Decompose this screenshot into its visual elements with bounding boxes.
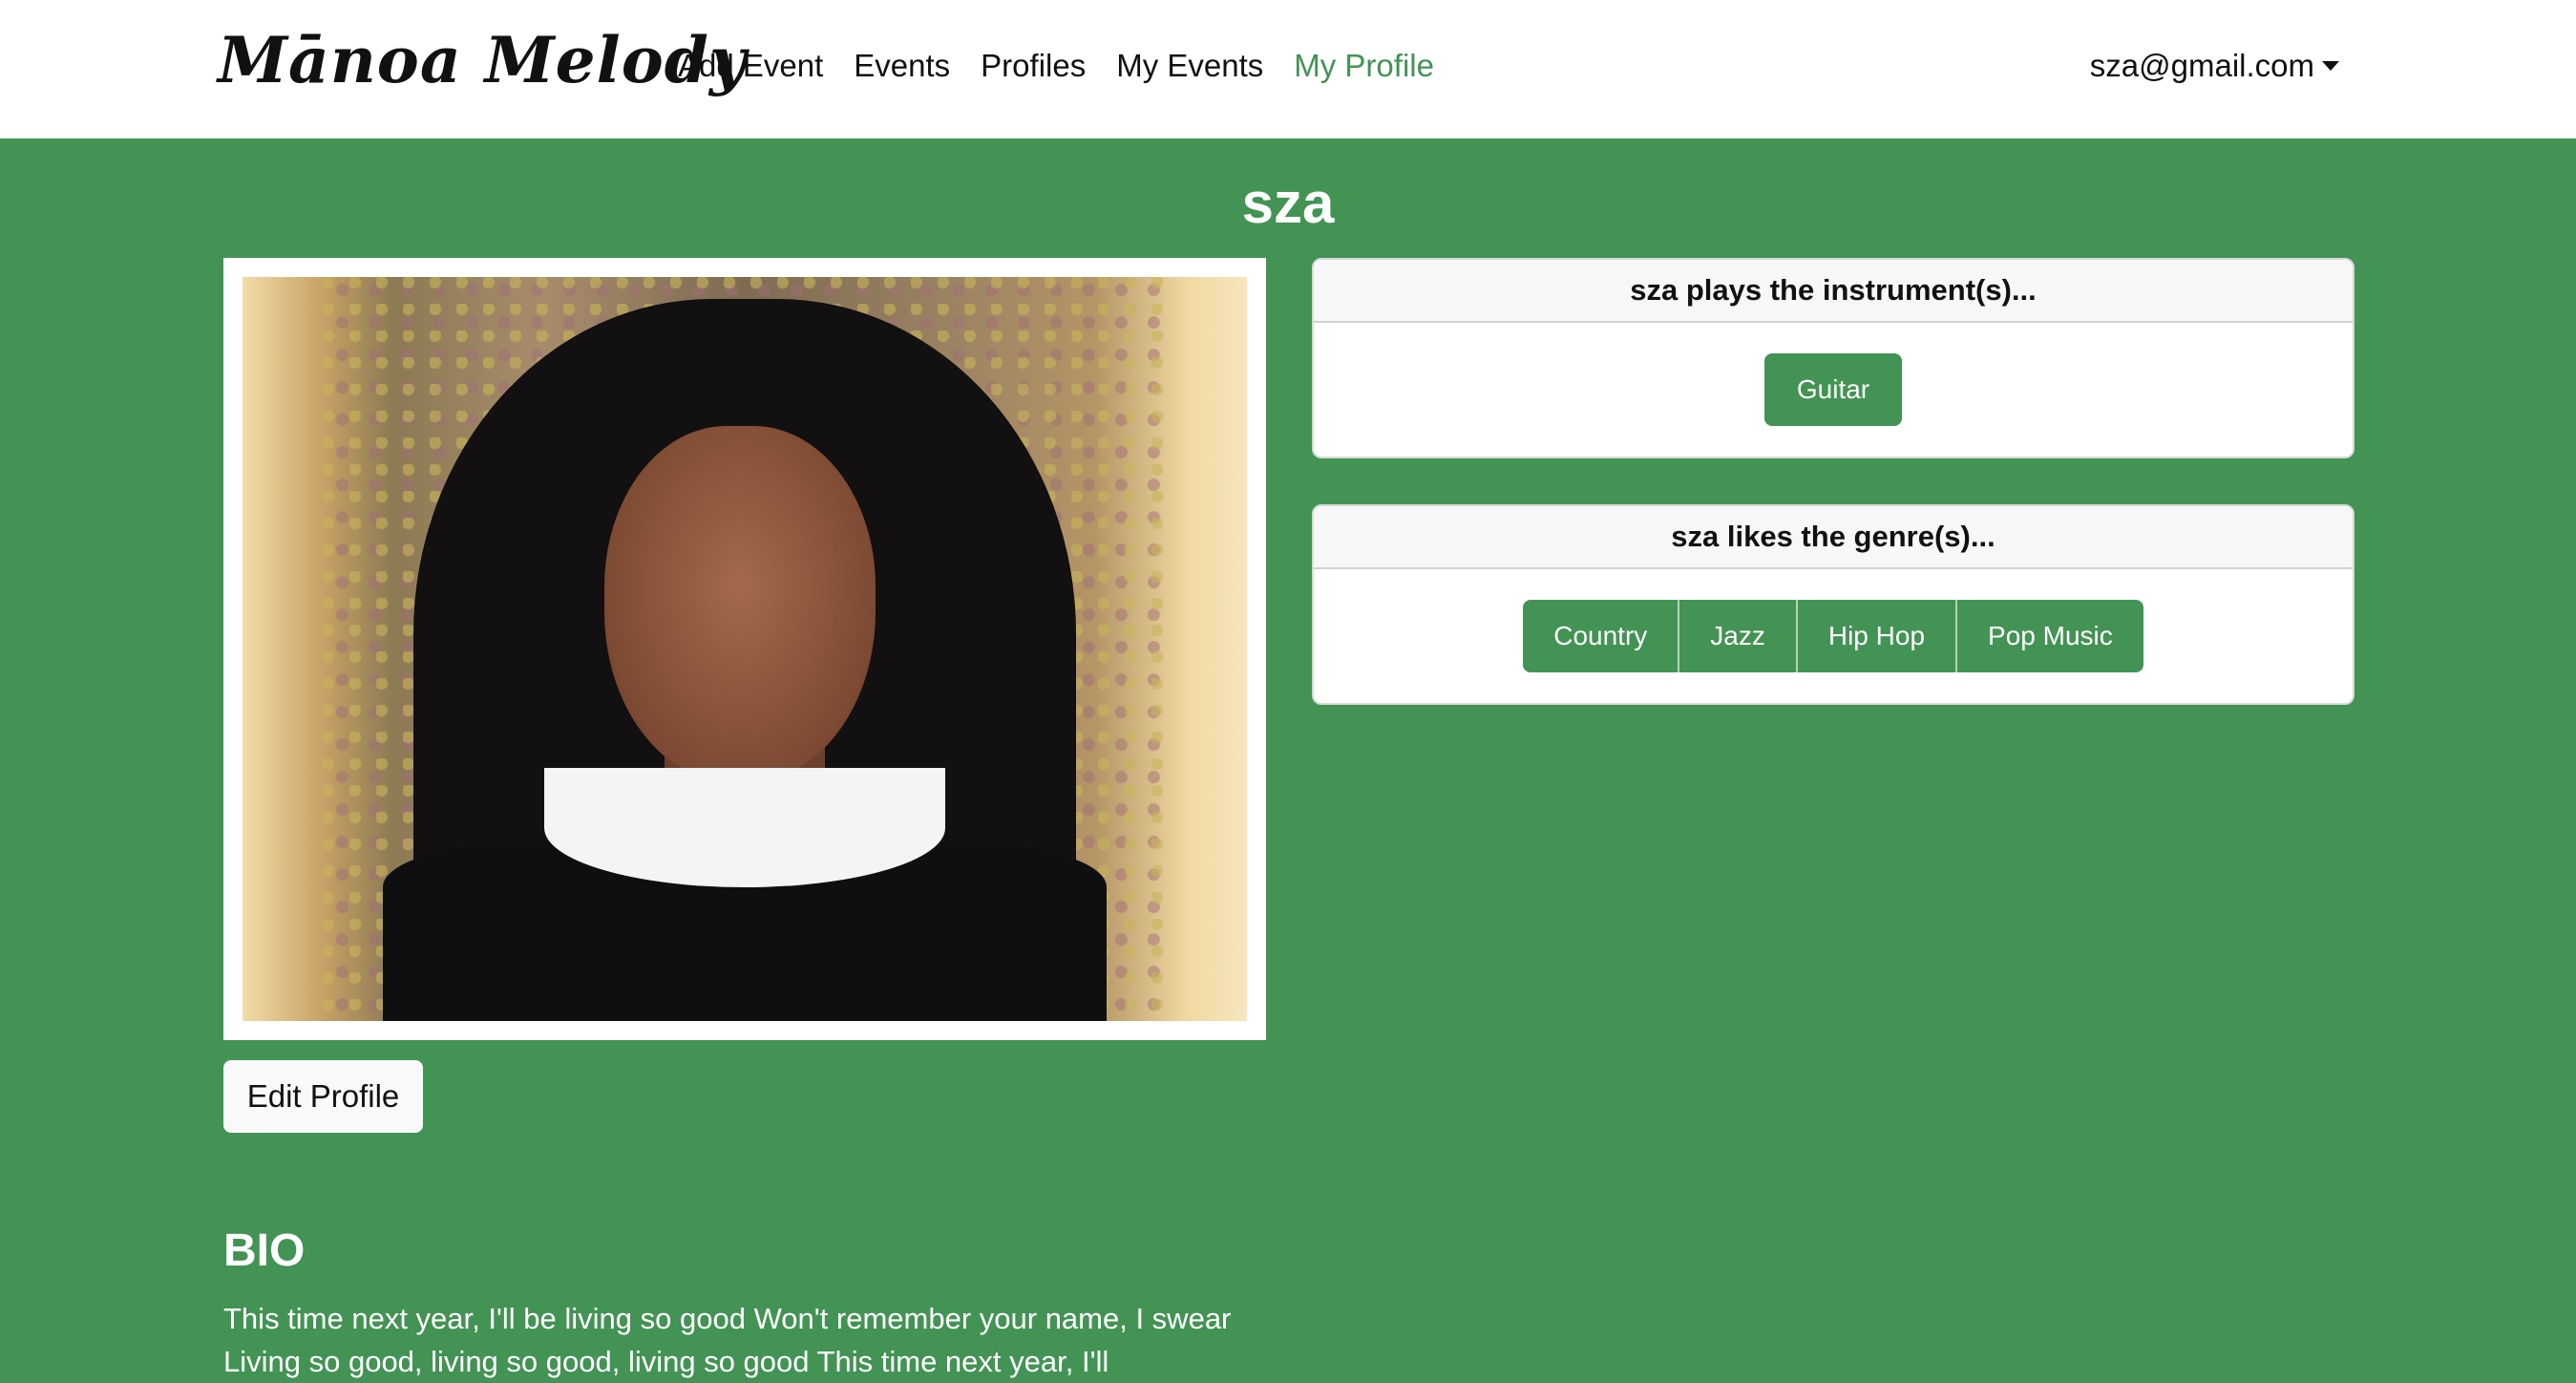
instruments-card-header: sza plays the instrument(s)... [1314,260,2353,323]
genre-button-hip-hop[interactable]: Hip Hop [1797,600,1958,672]
genre-button-pop-music[interactable]: Pop Music [1957,600,2143,672]
bio-text: This time next year, I'll be living so g… [223,1302,1232,1378]
genres-card: sza likes the genre(s)... Country Jazz H… [1312,504,2354,705]
genre-button-jazz[interactable]: Jazz [1679,600,1798,672]
brand-logo[interactable]: Mānoa Melody [218,23,747,97]
instruments-card-body: Guitar [1314,323,2353,457]
nav-link-events[interactable]: Events [854,48,950,84]
top-navbar: Mānoa Melody Add Event Events Profiles M… [0,0,2576,138]
user-dropdown[interactable]: sza@gmail.com [2090,48,2339,84]
instruments-card: sza plays the instrument(s)... Guitar [1312,258,2354,458]
nav-links: Add Event Events Profiles My Events My P… [678,48,1465,84]
genre-button-group: Country Jazz Hip Hop Pop Music [1523,600,2143,672]
page-title: sza [1241,171,1335,235]
edit-profile-button[interactable]: Edit Profile [223,1060,423,1133]
nav-link-profiles[interactable]: Profiles [981,48,1086,84]
profile-photo-frame [223,258,1266,1040]
instrument-button[interactable]: Guitar [1764,353,1902,426]
bio-heading: BIO [223,1225,306,1276]
profile-photo [243,277,1247,1021]
user-email: sza@gmail.com [2089,48,2314,83]
nav-link-my-events[interactable]: My Events [1116,48,1263,84]
instrument-list: Guitar [1764,353,1902,426]
genres-card-body: Country Jazz Hip Hop Pop Music [1314,569,2353,703]
caret-down-icon [2322,61,2339,71]
genres-card-header: sza likes the genre(s)... [1314,506,2353,569]
nav-link-add-event[interactable]: Add Event [678,48,823,84]
genre-button-country[interactable]: Country [1523,600,1680,672]
nav-link-my-profile[interactable]: My Profile [1294,48,1434,84]
